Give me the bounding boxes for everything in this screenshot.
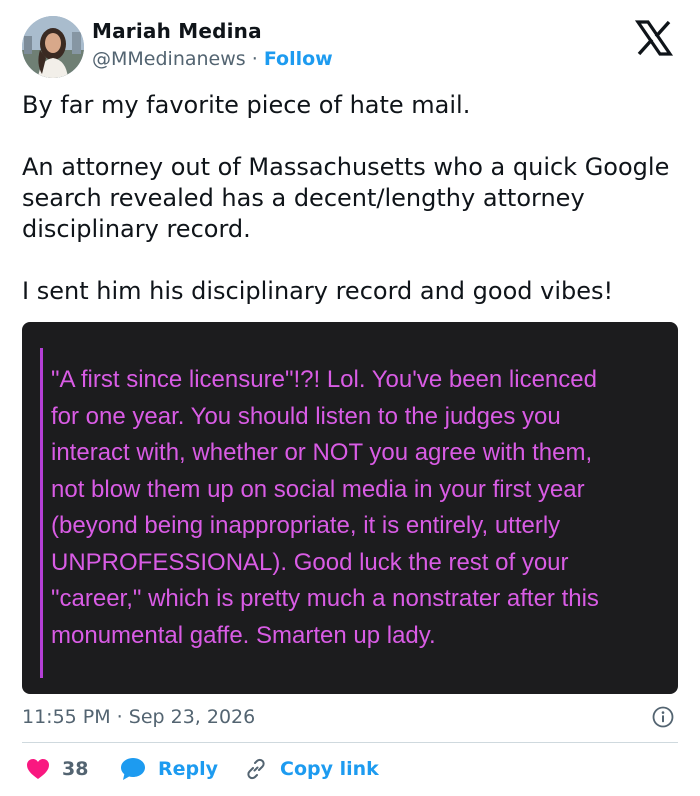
copy-link-button[interactable]: Copy link — [244, 756, 379, 782]
heart-icon — [26, 758, 50, 780]
author-meta: @MMedinanews · Follow — [92, 48, 333, 70]
avatar[interactable] — [22, 16, 84, 78]
quoted-line: (beyond being inappropriate, it is entir… — [51, 512, 561, 539]
author-handle[interactable]: @MMedinanews — [92, 48, 246, 70]
attached-image[interactable]: "A first since licensure"!?! Lol. You've… — [22, 322, 678, 694]
quoted-line: monumental gaffe. Smarten up lady. — [51, 621, 436, 649]
quoted-line: not blow them up on social media in your… — [51, 475, 585, 503]
reply-label: Reply — [158, 758, 219, 780]
tweet-embed: Mariah Medina @MMedinanews · Follow By f… — [0, 0, 700, 796]
divider — [22, 742, 678, 743]
quoted-message: "A first since licensure"!?! Lol. You've… — [51, 362, 661, 654]
x-logo-icon[interactable] — [634, 18, 674, 58]
quote-bar — [40, 348, 43, 678]
tweet-paragraph: By far my favorite piece of hate mail. — [22, 91, 471, 119]
timestamp[interactable]: 11:55 PM · Sep 23, 2026 — [22, 706, 255, 728]
copy-link-label: Copy link — [280, 758, 379, 780]
quoted-line: "A first since licensure"!?! Lol. You've… — [51, 366, 597, 393]
info-icon[interactable] — [652, 706, 674, 728]
separator-dot: · — [251, 48, 258, 70]
tweet-text: By far my favorite piece of hate mail. A… — [22, 90, 682, 307]
like-button[interactable]: 38 — [26, 756, 88, 782]
link-icon — [244, 757, 268, 781]
likes-count: 38 — [62, 758, 89, 780]
follow-button[interactable]: Follow — [264, 48, 333, 70]
author-name[interactable]: Mariah Medina — [92, 19, 262, 43]
quoted-line: for one year. You should listen to the j… — [51, 402, 561, 430]
quoted-line: UNPROFESSIONAL). Good luck the rest of y… — [51, 548, 569, 576]
reply-bubble-icon — [120, 757, 146, 781]
quoted-line: interact with, whether or NOT you agree … — [51, 439, 593, 466]
tweet-paragraph: I sent him his disciplinary record and g… — [22, 277, 614, 305]
reply-button[interactable]: Reply — [120, 756, 218, 782]
quoted-line: "career," which is pretty much a nonstra… — [51, 585, 599, 612]
tweet-paragraph: An attorney out of Massachusetts who a q… — [22, 153, 670, 243]
